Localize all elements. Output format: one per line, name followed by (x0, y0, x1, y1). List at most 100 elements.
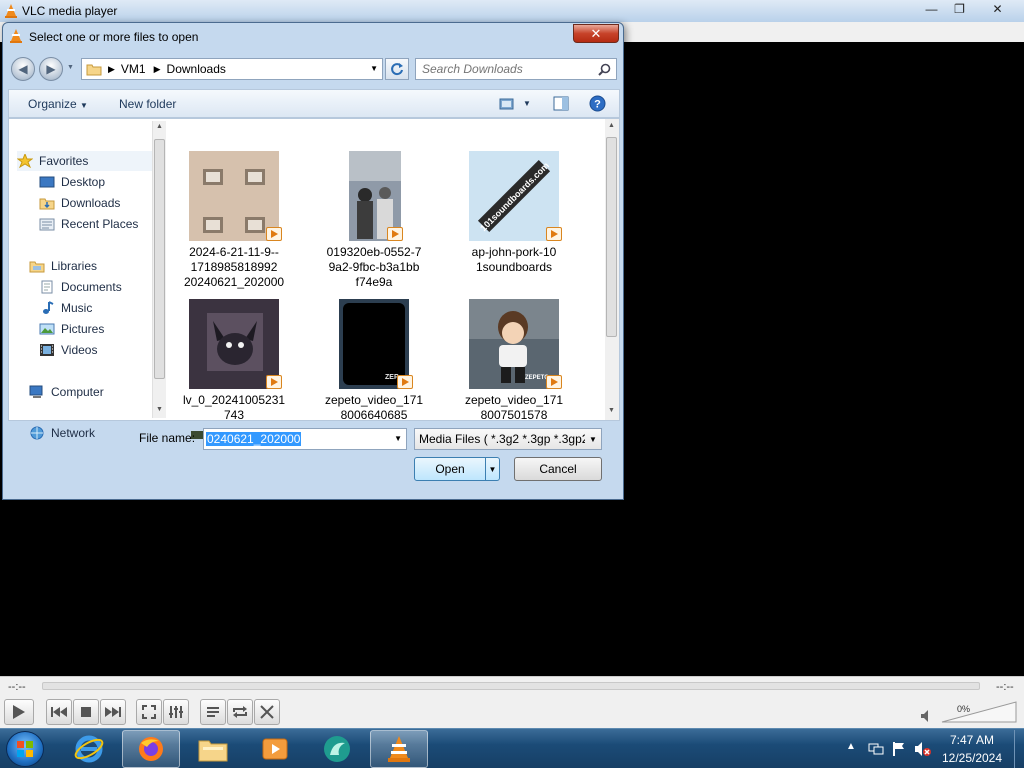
organize-button[interactable]: Organize ▼ (28, 97, 88, 111)
nav-music[interactable]: Music (39, 298, 92, 318)
breadcrumb-downloads[interactable]: Downloads (167, 62, 226, 76)
speaker-icon[interactable] (920, 709, 934, 723)
nav-computer[interactable]: Computer (29, 382, 104, 402)
dialog-footer: File name: 0240621_202000 ▼ Media Files … (8, 421, 620, 497)
open-dropdown-icon[interactable]: ▼ (485, 458, 499, 480)
preview-pane-icon[interactable] (553, 96, 569, 111)
back-button[interactable]: ◀ (11, 57, 35, 81)
change-view-icon[interactable] (499, 97, 515, 111)
file-name: 2024-6-21-11-9-- 1718985818992 20240621_… (183, 245, 285, 289)
nav-pictures[interactable]: Pictures (39, 319, 104, 339)
command-bar: Organize ▼ New folder ▼ ? (8, 89, 620, 118)
file-list-scrollbar[interactable]: ▲ ▼ (605, 119, 619, 420)
view-options-dropdown[interactable]: ▼ (523, 99, 531, 108)
nav-libraries[interactable]: Libraries (29, 256, 97, 276)
clock-date[interactable]: 12/25/2024 (937, 751, 1007, 765)
nav-videos[interactable]: Videos (39, 340, 97, 360)
minimize-button[interactable]: — (918, 0, 945, 18)
file-name: 019320eb-0552-7 9a2-9fbc-b3a1bb f74e9a (326, 245, 422, 289)
navigation-pane: Favorites Desktop Downloads Recent Place… (9, 119, 167, 440)
nav-scrollbar-thumb[interactable] (154, 139, 165, 379)
recent-locations-dropdown[interactable]: ▼ (67, 64, 74, 71)
seek-bar[interactable] (42, 682, 980, 690)
file-name-dropdown-icon[interactable]: ▼ (394, 434, 402, 443)
taskbar-explorer[interactable] (184, 730, 242, 768)
nav-documents[interactable]: Documents (39, 277, 122, 297)
next-button[interactable] (100, 699, 126, 725)
volume-muted-icon[interactable] (914, 741, 932, 757)
folder-icon (86, 64, 102, 76)
new-folder-button[interactable]: New folder (119, 97, 176, 111)
scroll-down-arrow[interactable]: ▼ (608, 407, 615, 414)
video-play-badge-icon (266, 227, 282, 241)
cancel-button[interactable]: Cancel (514, 457, 602, 481)
scroll-down-arrow[interactable]: ▼ (156, 406, 163, 413)
nav-downloads[interactable]: Downloads (39, 193, 120, 213)
time-elapsed: --:-- (8, 681, 26, 693)
vlc-cone-icon (10, 29, 22, 43)
taskbar-firefox[interactable] (122, 730, 180, 768)
vlc-close-button[interactable]: ✕ (984, 0, 1011, 18)
taskbar-app[interactable] (308, 730, 366, 768)
svg-text:?: ? (594, 99, 601, 111)
video-play-badge-icon (546, 375, 562, 389)
search-icon[interactable] (598, 63, 611, 76)
clock-time[interactable]: 7:47 AM (937, 733, 1007, 747)
network-icon[interactable] (868, 741, 884, 757)
breadcrumb-vm1[interactable]: VM1 (121, 62, 146, 76)
forward-button[interactable]: ▶ (39, 57, 63, 81)
extended-settings-button[interactable] (163, 699, 189, 725)
shuffle-icon (260, 705, 274, 719)
address-bar[interactable]: ▶ VM1 ▶ Downloads ▼ (81, 58, 383, 80)
previous-button[interactable] (46, 699, 72, 725)
loop-button[interactable] (227, 699, 253, 725)
play-button[interactable] (4, 699, 34, 725)
vlc-cone-icon (5, 4, 17, 18)
scroll-up-arrow[interactable]: ▲ (608, 122, 615, 129)
music-note-icon (43, 301, 54, 314)
nav-scrollbar[interactable]: ▲ ▼ (152, 121, 166, 418)
search-input[interactable] (422, 62, 594, 76)
play-icon (13, 705, 25, 719)
taskbar: ▲ (0, 728, 1024, 768)
playlist-button[interactable] (200, 699, 226, 725)
address-dropdown-icon[interactable]: ▼ (370, 64, 378, 73)
shuffle-button[interactable] (254, 699, 280, 725)
firefox-icon (139, 737, 163, 761)
equalizer-icon (169, 706, 183, 718)
file-name: zepeto_video_171 8006640685 (324, 393, 424, 422)
file-type-filter[interactable]: Media Files ( *.3g2 *.3gp *.3gp2 ▼ (414, 428, 602, 450)
dialog-close-button[interactable]: ✕ (573, 24, 619, 43)
time-total: --:-- (996, 681, 1014, 693)
help-icon[interactable]: ? (589, 95, 606, 112)
vlc-controls: --:-- --:-- (0, 676, 1024, 728)
fullscreen-button[interactable] (136, 699, 162, 725)
playlist-icon (207, 707, 219, 717)
refresh-button[interactable] (385, 58, 409, 80)
downloads-folder-icon (39, 198, 55, 210)
taskbar-media-player[interactable] (246, 730, 304, 768)
breadcrumb-separator-icon: ▶ (153, 63, 161, 74)
nav-favorites[interactable]: Favorites (17, 151, 157, 171)
restore-button[interactable]: ❐ (946, 0, 973, 18)
desktop-icon (39, 176, 55, 188)
volume-slider[interactable] (940, 700, 1018, 724)
fullscreen-icon (142, 705, 156, 719)
nav-desktop[interactable]: Desktop (39, 172, 105, 192)
stop-button[interactable] (73, 699, 99, 725)
app-icon (324, 736, 350, 762)
nav-recent-places[interactable]: Recent Places (39, 214, 138, 234)
file-name-input[interactable]: 0240621_202000 ▼ (203, 428, 407, 450)
show-desktop-button[interactable] (1014, 730, 1024, 768)
scroll-up-arrow[interactable]: ▲ (156, 123, 163, 130)
action-center-flag-icon[interactable] (892, 741, 906, 757)
open-button[interactable]: Open ▼ (414, 457, 500, 481)
recent-places-icon (39, 218, 55, 231)
search-box[interactable] (415, 58, 617, 80)
show-hidden-icons-arrow[interactable]: ▲ (846, 741, 856, 752)
taskbar-vlc[interactable] (370, 730, 428, 768)
start-button[interactable] (6, 731, 44, 767)
open-file-dialog: Select one or more files to open ✕ ◀ ▶ ▼… (2, 22, 624, 500)
taskbar-internet-explorer[interactable] (60, 730, 118, 768)
file-list-scrollbar-thumb[interactable] (606, 137, 617, 337)
